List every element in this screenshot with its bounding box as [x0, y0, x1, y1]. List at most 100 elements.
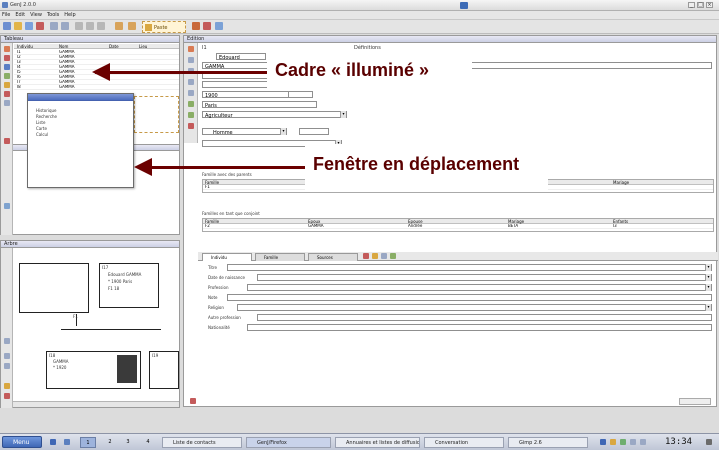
date-qualifier-field[interactable] [288, 91, 313, 98]
launcher-icon[interactable] [50, 439, 56, 445]
tree-scrollbar[interactable] [13, 401, 179, 407]
source-icon[interactable] [4, 73, 10, 79]
desktop-2[interactable]: 2 [102, 437, 118, 448]
first-name-field[interactable]: Edouard [216, 53, 266, 61]
property-row[interactable]: Profession ▾ [202, 284, 714, 294]
task-conversation[interactable]: Conversation [424, 437, 504, 448]
start-menu-button[interactable]: Menu [2, 436, 42, 448]
tab-sources[interactable]: Sources [308, 253, 358, 261]
edit-tool-icon[interactable] [188, 90, 194, 96]
check-icon[interactable] [188, 112, 194, 118]
note-icon[interactable] [4, 64, 10, 70]
tree-box-spouse[interactable]: I19 [149, 351, 179, 389]
repository-icon[interactable] [4, 91, 10, 97]
place-field[interactable]: Paris [202, 101, 317, 109]
tray-icon[interactable] [630, 439, 636, 445]
save-icon[interactable] [25, 22, 33, 30]
aux-field[interactable] [299, 128, 329, 135]
tab-tool-icon[interactable] [381, 253, 387, 259]
tab-tool-icon[interactable] [372, 253, 378, 259]
birth-field[interactable]: 1900 [202, 91, 292, 99]
tray-icon[interactable] [610, 439, 616, 445]
tree-box-child[interactable]: I18 GAMMA * 1920 [46, 351, 141, 389]
cancel-icon[interactable] [188, 123, 194, 129]
add-family-icon[interactable] [128, 22, 136, 30]
add-person-icon[interactable] [115, 22, 123, 30]
floating-line[interactable]: Recherche [36, 114, 57, 119]
edit-tool-icon[interactable] [188, 79, 194, 85]
settings-icon[interactable] [4, 203, 10, 209]
task-contacts[interactable]: Liste de contacts [162, 437, 242, 448]
property-row[interactable]: Note [202, 294, 714, 304]
copy-icon[interactable] [86, 22, 94, 30]
tab-individu[interactable]: Individu [202, 253, 252, 261]
fold-icon[interactable] [4, 363, 10, 369]
menu-file[interactable]: File [2, 12, 10, 18]
task-annuaires[interactable]: Annuaires et listes de diffusion [335, 437, 420, 448]
property-row[interactable]: Nationalité [202, 324, 714, 334]
col-individu[interactable]: Individu [17, 44, 33, 49]
occupation-dropdown-icon[interactable]: ▾ [340, 111, 346, 118]
table-row[interactable]: F2 GAMMA Andrée BETA I3 [203, 224, 713, 229]
tools-icon[interactable] [192, 22, 200, 30]
floating-window-titlebar[interactable] [28, 94, 133, 101]
delete-property-icon[interactable] [190, 398, 196, 404]
cut-icon[interactable] [75, 22, 83, 30]
floating-window[interactable]: Historique Recherche Liste Carte Calcul [27, 93, 134, 188]
menu-view[interactable]: View [30, 12, 42, 18]
clock[interactable]: 13:34 [665, 437, 692, 447]
menu-help[interactable]: Help [64, 12, 75, 18]
tab-famille[interactable]: Famille [255, 253, 305, 261]
col-nom[interactable]: Nom [59, 44, 68, 49]
tree-box-individual[interactable]: I17 Edouard GAMMA * 1900 Paris F1 18 [99, 263, 159, 308]
col-date[interactable]: Date [109, 44, 119, 49]
tab-tool-icon[interactable] [390, 253, 396, 259]
launcher-icon[interactable] [64, 439, 70, 445]
root-icon[interactable] [4, 393, 10, 399]
check-icon[interactable] [188, 101, 194, 107]
edit-tool-icon[interactable] [188, 57, 194, 63]
sex-field[interactable]: Homme ▾ [202, 128, 287, 136]
record-definition-link[interactable]: Définitions [354, 45, 381, 51]
delete-icon[interactable] [97, 22, 105, 30]
menu-edit[interactable]: Edit [15, 12, 25, 18]
floating-line[interactable]: Historique [36, 108, 57, 113]
stop-icon[interactable] [203, 22, 211, 30]
table-row[interactable]: I8 GAMMA [14, 85, 179, 90]
open-icon[interactable] [14, 22, 22, 30]
tray-icon[interactable] [600, 439, 606, 445]
task-genj[interactable]: GenJ/Firefox [246, 437, 331, 448]
desktop-1[interactable]: 1 [80, 437, 96, 448]
tray-icon[interactable] [460, 2, 468, 9]
col-lieu[interactable]: Lieu [139, 44, 147, 49]
submitter-icon[interactable] [4, 100, 10, 106]
close-file-icon[interactable] [36, 22, 44, 30]
filter-icon[interactable] [4, 138, 10, 144]
new-icon[interactable] [3, 22, 11, 30]
close-button[interactable]: × [706, 2, 713, 8]
person-icon[interactable] [4, 46, 10, 52]
tab-tool-icon[interactable] [363, 253, 369, 259]
paste-button[interactable]: Paste [142, 21, 186, 33]
property-row[interactable]: Titre ▾ [202, 264, 714, 274]
property-row[interactable]: Autre profession [202, 314, 714, 324]
tray-icon[interactable] [620, 439, 626, 445]
show-desktop-icon[interactable] [706, 439, 712, 445]
maximize-button[interactable]: □ [697, 2, 704, 8]
zoom-icon[interactable] [4, 338, 10, 344]
redo-icon[interactable] [61, 22, 69, 30]
family-icon[interactable] [4, 55, 10, 61]
desktop-4[interactable]: 4 [140, 437, 156, 448]
media-icon[interactable] [4, 82, 10, 88]
minimize-button[interactable]: _ [688, 2, 695, 8]
indi-icon[interactable] [188, 46, 194, 52]
task-gimp[interactable]: Gimp 2.6 [508, 437, 588, 448]
occupation-field[interactable]: Agriculteur ▾ [202, 111, 347, 119]
undo-icon[interactable] [50, 22, 58, 30]
property-row[interactable]: Date de naissance ▾ [202, 274, 714, 284]
ok-button[interactable] [679, 398, 711, 405]
floating-line[interactable]: Calcul [36, 132, 48, 137]
sex-dropdown-icon[interactable]: ▾ [280, 128, 286, 135]
desktop-3[interactable]: 3 [120, 437, 136, 448]
help-icon[interactable] [215, 22, 223, 30]
